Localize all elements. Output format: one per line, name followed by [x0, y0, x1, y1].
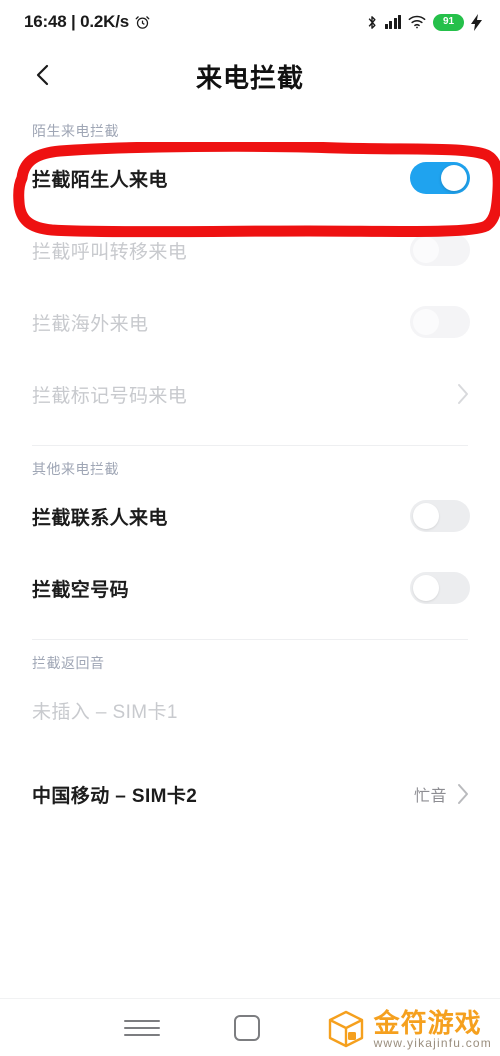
home-button[interactable] [234, 1015, 260, 1041]
hamburger-recents-icon [124, 1020, 160, 1022]
row-control [410, 500, 470, 532]
row-label: 拦截联系人来电 [32, 507, 168, 529]
row-control [410, 234, 470, 266]
row-control [410, 572, 470, 604]
row-sim2[interactable]: 中国移动 – SIM卡2 忙音 [0, 765, 500, 823]
row-label: 拦截陌生人来电 [32, 169, 168, 191]
cellular-signal-icon [384, 15, 401, 29]
orange-cube-logo-icon [325, 1008, 367, 1050]
row-label: 未插入 – SIM卡1 [32, 701, 178, 723]
row-control [457, 383, 470, 405]
status-time-netspeed: 16:48 | 0.2K/s [24, 12, 129, 31]
row-block-empty-numbers[interactable]: 拦截空号码 [0, 559, 500, 617]
phone-screen: 16:48 | 0.2K/s 91 来电拦截 陌生来电拦截 拦截陌生人来电 拦截… [0, 0, 500, 1056]
row-label: 拦截空号码 [32, 579, 130, 601]
recents-button[interactable] [124, 1013, 160, 1043]
watermark-text: 金符游戏 www.yikajinfu.com [374, 1010, 492, 1049]
chevron-right-icon [457, 383, 470, 405]
status-bar: 16:48 | 0.2K/s 91 [0, 0, 500, 44]
section-header-other-calls: 其他来电拦截 [32, 461, 119, 477]
bluetooth-icon [366, 14, 378, 31]
settings-list: 陌生来电拦截 拦截陌生人来电 拦截呼叫转移来电 拦截海外来电 拦截标记号码来电 [0, 108, 500, 823]
section-header-block-tone: 拦截返回音 [32, 655, 105, 671]
system-navigation-bar: 金符游戏 www.yikajinfu.com [0, 998, 500, 1056]
row-label: 拦截呼叫转移来电 [32, 241, 188, 263]
row-block-stranger-calls[interactable]: 拦截陌生人来电 [0, 149, 500, 207]
charging-bolt-icon [471, 13, 482, 31]
toggle-block-forwarded-calls[interactable] [410, 234, 470, 266]
hamburger-recents-icon-bar [124, 1034, 160, 1036]
section-header-stranger-calls: 陌生来电拦截 [32, 123, 119, 139]
row-block-contact-calls[interactable]: 拦截联系人来电 [0, 487, 500, 545]
status-bar-left: 16:48 | 0.2K/s [24, 12, 150, 32]
row-label: 拦截海外来电 [32, 313, 149, 335]
row-sim1[interactable]: 未插入 – SIM卡1 [0, 681, 500, 739]
battery-indicator: 91 [433, 13, 464, 31]
row-value-busy-tone: 忙音 [413, 788, 447, 805]
hamburger-recents-icon-bar [124, 1027, 160, 1029]
row-label: 中国移动 – SIM卡2 [32, 785, 198, 807]
chevron-right-icon [457, 783, 470, 805]
row-label: 拦截标记号码来电 [32, 385, 188, 407]
status-bar-right: 91 [366, 13, 482, 31]
toggle-block-stranger-calls[interactable] [410, 162, 470, 194]
row-control: 忙音 [414, 782, 470, 806]
alarm-clock-icon [135, 15, 150, 30]
row-control [410, 162, 470, 194]
row-block-forwarded-calls[interactable]: 拦截呼叫转移来电 [0, 221, 500, 279]
toggle-block-empty-numbers[interactable] [410, 572, 470, 604]
row-block-marked-numbers[interactable]: 拦截标记号码来电 [0, 365, 500, 423]
toggle-block-overseas-calls[interactable] [410, 306, 470, 338]
row-block-overseas-calls[interactable]: 拦截海外来电 [0, 293, 500, 351]
page-title: 来电拦截 [195, 62, 304, 93]
toggle-block-contact-calls[interactable] [410, 500, 470, 532]
battery-level-label: 91 [442, 16, 455, 27]
watermark-url: www.yikajinfu.com [373, 1035, 492, 1050]
wifi-icon [408, 15, 426, 29]
watermark-brand: 金符游戏 [373, 1007, 482, 1038]
site-watermark: 金符游戏 www.yikajinfu.com [325, 1008, 492, 1050]
row-control [410, 306, 470, 338]
title-bar: 来电拦截 [0, 44, 500, 108]
